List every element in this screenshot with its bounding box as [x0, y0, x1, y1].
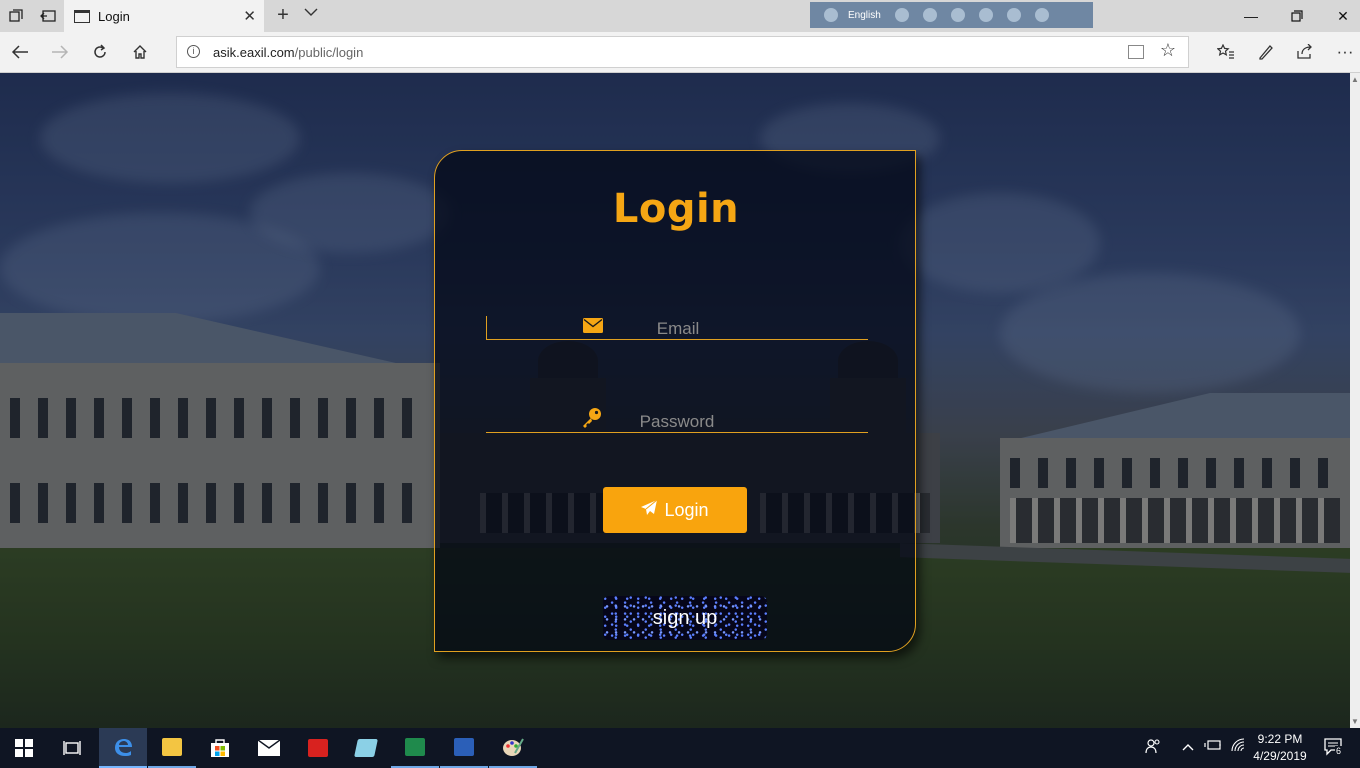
- share-icon[interactable]: [1291, 40, 1319, 64]
- tab-title: Login: [98, 8, 130, 24]
- set-tabs-aside-icon[interactable]: [32, 0, 64, 32]
- signup-button-label: sign up: [652, 606, 718, 629]
- page-icon: [74, 9, 90, 23]
- notes-shape: [354, 739, 378, 757]
- language-label[interactable]: English: [848, 10, 881, 21]
- login-card: Login Login sign up: [434, 150, 916, 652]
- browser-tab-bar: Login ✕ + English — ✕: [0, 0, 1360, 32]
- clock-date: 4/29/2019: [1253, 749, 1307, 763]
- store-icon[interactable]: [196, 728, 244, 768]
- scroll-down-arrow-icon[interactable]: ▼: [1351, 717, 1359, 726]
- address-bar[interactable]: i asik.eaxil.com/public/login ☆: [176, 36, 1189, 68]
- action-center-icon[interactable]: 6: [1324, 737, 1344, 760]
- scroll-up-arrow-icon[interactable]: ▲: [1351, 75, 1359, 84]
- site-info-icon[interactable]: i: [187, 45, 200, 58]
- url-text[interactable]: asik.eaxil.com/public/login: [213, 45, 363, 60]
- excel-shape: [405, 738, 425, 756]
- refresh-icon[interactable]: [86, 40, 114, 64]
- task-view-icon[interactable]: [48, 728, 96, 768]
- word-shape: [454, 738, 474, 756]
- paper-plane-icon: [641, 499, 658, 521]
- language-bar: English: [810, 2, 1093, 28]
- excel-icon[interactable]: [391, 728, 439, 768]
- people-icon[interactable]: [1145, 738, 1161, 757]
- file-explorer-icon[interactable]: [148, 728, 196, 768]
- more-icon[interactable]: ···: [1331, 40, 1359, 64]
- email-input[interactable]: [487, 318, 869, 340]
- password-input[interactable]: [486, 411, 868, 433]
- pdf-shape: [308, 739, 328, 757]
- minimize-button[interactable]: —: [1228, 0, 1274, 32]
- chevron-up-icon[interactable]: [1182, 740, 1194, 754]
- paint-icon[interactable]: [489, 728, 537, 768]
- acrobat-icon[interactable]: [294, 728, 342, 768]
- notes-app-icon[interactable]: [342, 728, 390, 768]
- new-tab-button[interactable]: +: [272, 5, 294, 25]
- close-tab-icon[interactable]: ✕: [243, 7, 256, 25]
- back-arrow-icon[interactable]: [6, 40, 34, 64]
- edge-browser-icon[interactable]: [99, 728, 147, 768]
- mail-icon[interactable]: [245, 728, 293, 768]
- forward-arrow-icon[interactable]: [46, 40, 74, 64]
- folder-shape: [162, 738, 182, 756]
- home-icon[interactable]: [126, 40, 154, 64]
- clock-time: 9:22 PM: [1257, 732, 1303, 746]
- signup-button[interactable]: sign up: [603, 596, 767, 640]
- tools-icon[interactable]: [922, 8, 937, 22]
- tab-login[interactable]: Login ✕: [64, 0, 264, 32]
- taskbar: 9:22 PM 4/29/2019 6: [0, 728, 1360, 768]
- page-background: Login Login sign up: [0, 73, 1350, 728]
- battery-icon[interactable]: [1204, 738, 1222, 755]
- restore-button[interactable]: [1274, 0, 1320, 32]
- favorites-list-icon[interactable]: [1212, 40, 1240, 64]
- favorite-star-icon[interactable]: ☆: [1160, 40, 1176, 61]
- help-icon[interactable]: [1006, 8, 1021, 22]
- close-window-button[interactable]: ✕: [1320, 0, 1360, 32]
- info-icon[interactable]: [1034, 8, 1049, 22]
- start-button[interactable]: [0, 728, 48, 768]
- input-method-icon[interactable]: [824, 8, 838, 22]
- notification-count-badge: 6: [1335, 746, 1343, 756]
- page-scrollbar[interactable]: ▲ ▼: [1350, 73, 1360, 728]
- password-field[interactable]: [486, 408, 868, 433]
- login-title: Login: [612, 186, 740, 232]
- login-button[interactable]: Login: [603, 487, 747, 533]
- chevron-down-icon[interactable]: [304, 4, 318, 20]
- tab-preview-icon[interactable]: [0, 0, 32, 32]
- pen-notes-icon[interactable]: [1252, 40, 1280, 64]
- word-icon[interactable]: [440, 728, 488, 768]
- url-host: asik.eaxil.com: [213, 45, 295, 60]
- url-path: /public/login: [294, 45, 364, 60]
- reading-view-icon[interactable]: [1128, 45, 1144, 59]
- login-button-label: Login: [664, 499, 709, 520]
- email-field[interactable]: [486, 316, 869, 340]
- settings-icon[interactable]: [950, 8, 965, 22]
- browser-nav-bar: i asik.eaxil.com/public/login ☆ ···: [0, 32, 1360, 73]
- taskbar-clock[interactable]: 9:22 PM 4/29/2019: [1240, 731, 1320, 765]
- keyboard-icon[interactable]: [894, 8, 909, 22]
- ie-icon[interactable]: [978, 8, 993, 22]
